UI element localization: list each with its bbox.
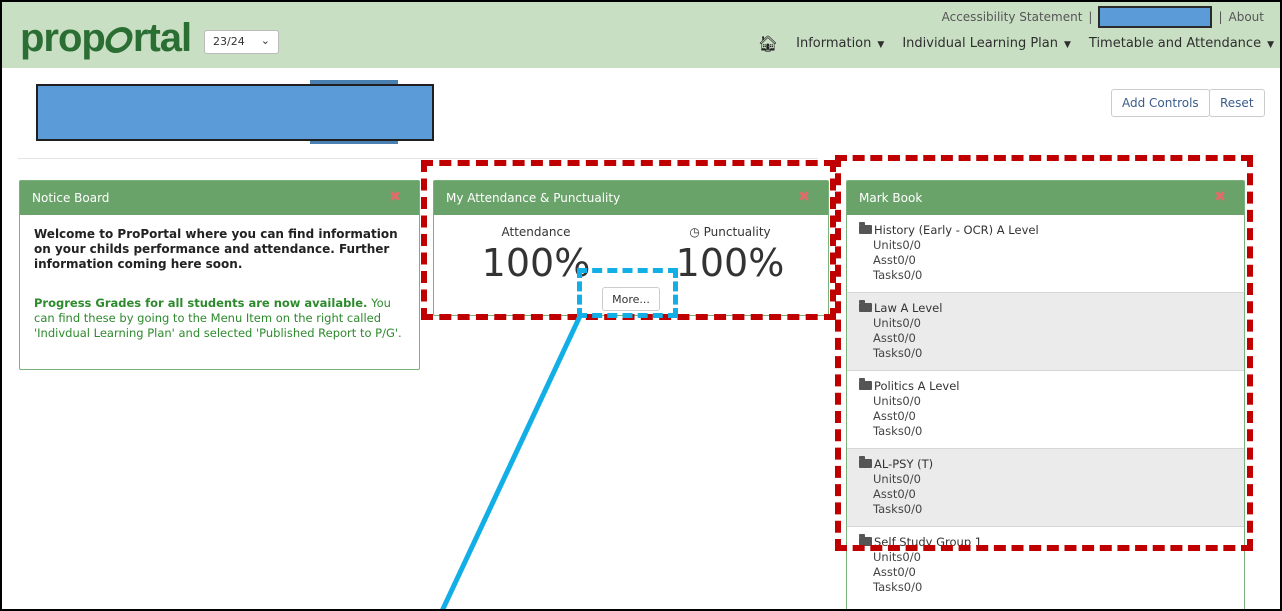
annotation-arrow-line [439, 314, 583, 611]
